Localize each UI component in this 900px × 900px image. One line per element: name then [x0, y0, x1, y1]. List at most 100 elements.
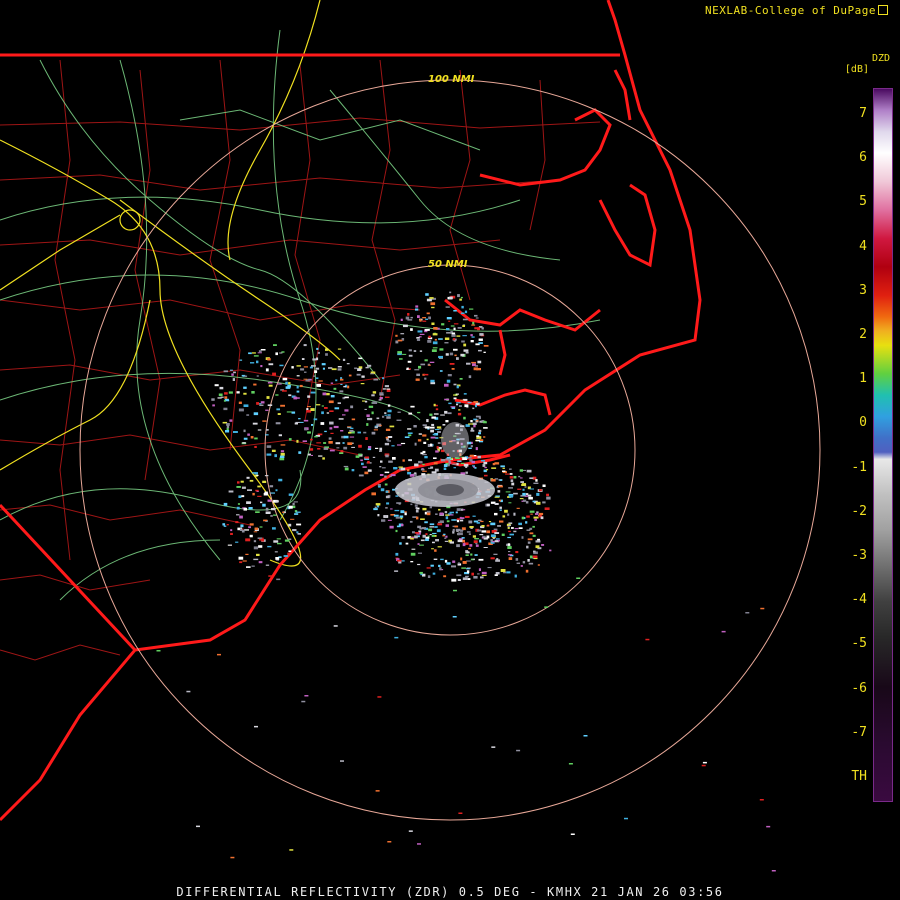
echo-pixel [408, 412, 413, 415]
echo-pixel [468, 520, 473, 524]
echo-pixel [506, 571, 511, 574]
echo-pixel [394, 636, 399, 639]
echo-pixel [371, 431, 376, 435]
echo-pixel [471, 336, 475, 338]
echo-pixel [472, 407, 475, 410]
echo-pixel [364, 471, 369, 475]
echo-pixel [456, 462, 459, 466]
color-scale-tick: 6 [859, 150, 867, 166]
echo-pixel [469, 544, 473, 547]
echo-pixel [400, 442, 406, 445]
echo-pixel [465, 554, 469, 556]
echo-pixel [335, 379, 338, 382]
echo-pixel [482, 535, 486, 538]
echo-pixel [330, 382, 334, 384]
echo-pixel [232, 378, 235, 381]
echo-pixel [429, 361, 435, 363]
echo-pixel [368, 405, 374, 408]
echo-pixel [498, 485, 503, 488]
echo-pixel [241, 529, 245, 533]
echo-pixel [375, 503, 381, 506]
echo-pixel [257, 485, 261, 488]
echo-pixel [290, 518, 295, 520]
echo-pixel [410, 552, 416, 556]
echo-pixel [256, 375, 259, 377]
echo-pixel [494, 496, 500, 498]
echo-pixel [266, 429, 269, 431]
echo-pixel [262, 480, 267, 483]
echo-pixel [433, 403, 436, 407]
echo-pixel [422, 317, 426, 319]
echo-pixel [427, 535, 430, 537]
echo-pixel [536, 501, 541, 505]
echo-pixel [222, 523, 226, 526]
echo-pixel [423, 373, 429, 376]
echo-pixel [453, 589, 457, 592]
echo-pixel [255, 511, 260, 513]
echo-pixel [325, 353, 328, 356]
echo-pixel [422, 463, 425, 466]
echo-pixel [513, 530, 517, 533]
echo-pixel [395, 516, 400, 519]
echo-pixel [456, 385, 459, 389]
echo-pixel [263, 519, 268, 522]
echo-pixel [281, 351, 285, 353]
echo-pixel [243, 507, 247, 511]
echo-pixel [279, 352, 283, 354]
echo-pixel [267, 499, 272, 502]
echo-pixel [402, 459, 405, 462]
echo-pixel [391, 445, 395, 447]
echo-pixel [427, 575, 431, 578]
echo-pixel [440, 414, 445, 416]
echo-pixel [462, 577, 468, 580]
echo-pixel [358, 453, 362, 456]
echo-pixel [387, 409, 392, 413]
echo-pixel [336, 447, 340, 449]
echo-pixel [532, 500, 536, 503]
echo-pixel [297, 533, 301, 535]
echo-pixel [316, 357, 319, 361]
echo-pixel [285, 386, 291, 389]
echo-pixel [472, 515, 476, 517]
echo-pixel [438, 338, 443, 340]
echo-pixel [289, 849, 294, 851]
echo-pixel [473, 576, 478, 579]
echo-pixel [536, 492, 540, 496]
echo-pixel [385, 490, 389, 493]
echo-pixel [499, 479, 503, 481]
echo-pixel [411, 548, 416, 550]
echo-pixel [476, 420, 479, 422]
echo-pixel [624, 817, 628, 820]
echo-pixel [250, 436, 254, 439]
echo-pixel [279, 364, 284, 367]
echo-pixel [397, 444, 402, 446]
echo-pixel [416, 337, 420, 339]
echo-pixel [508, 487, 513, 489]
echo-pixel [458, 812, 463, 814]
echo-pixel [257, 495, 262, 497]
color-scale-tick: TH [851, 769, 867, 784]
echo-pixel [490, 539, 493, 542]
echo-pixel [423, 441, 427, 444]
echo-pixel [429, 526, 434, 528]
echo-pixel [223, 525, 227, 527]
echo-pixel [366, 414, 370, 417]
echo-pixel [265, 507, 269, 511]
echo-pixel [344, 396, 349, 399]
echo-pixel [235, 521, 239, 524]
echo-pixel [351, 446, 355, 448]
echo-pixel [246, 414, 250, 416]
echo-pixel [431, 416, 436, 419]
echo-pixel [443, 575, 447, 578]
echo-pixel [497, 525, 501, 527]
echo-pixel [439, 512, 444, 516]
echo-pixel [435, 513, 438, 515]
echo-pixel [426, 419, 429, 423]
echo-pixel [526, 493, 529, 496]
echo-pixel [291, 411, 296, 414]
echo-pixel [521, 483, 527, 486]
echo-pixel [494, 503, 499, 505]
echo-pixel [223, 407, 228, 411]
echo-pixel [247, 433, 250, 436]
echo-pixel [254, 437, 258, 440]
